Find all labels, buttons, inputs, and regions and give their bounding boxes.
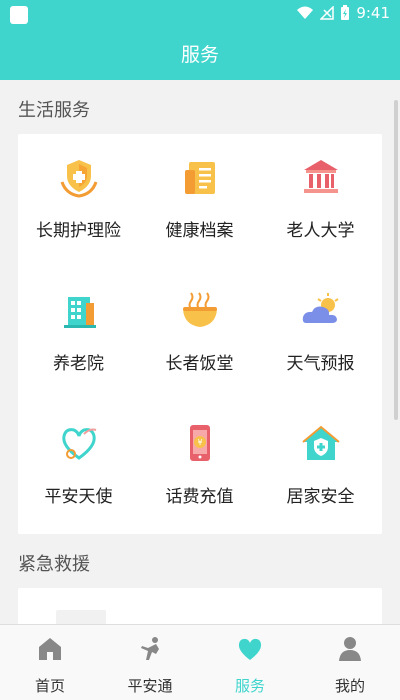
service-phone-recharge[interactable]: ¥ 话费充值 (139, 400, 260, 533)
phone-recharge-icon: ¥ (190, 425, 210, 461)
section-title-life-services: 生活服务 (18, 100, 90, 121)
app-bar: 服务 (0, 28, 400, 80)
clock: 9:41 (356, 4, 390, 22)
life-services-card: 长期护理险 健康档案 老人大学 养老院 长者饭堂 天气预报 平安天使 ¥ 话费充… (18, 134, 382, 534)
noodle-bowl-icon (183, 292, 217, 327)
service-health-records[interactable]: 健康档案 (139, 134, 260, 267)
nav-label: 首页 (34, 677, 65, 695)
service-safety-angel[interactable]: 平安天使 (18, 400, 139, 533)
service-label: 平安天使 (44, 487, 113, 507)
notification-icon (10, 6, 28, 24)
heart-angel-icon (62, 428, 97, 460)
section-title-emergency: 紧急救援 (18, 554, 90, 575)
status-bar: 9:41 (0, 0, 400, 28)
service-label: 养老院 (53, 354, 104, 374)
service-senior-canteen[interactable]: 长者饭堂 (139, 267, 260, 400)
service-long-term-care[interactable]: 长期护理险 (18, 134, 139, 267)
nav-label: 平安通 (127, 677, 173, 695)
bottom-navigation: 首页 平安通 服务 我的 (0, 624, 400, 700)
status-icons: 9:41 (296, 4, 390, 22)
university-icon (304, 160, 338, 193)
scrollbar[interactable] (394, 100, 398, 420)
signal-icon (320, 6, 335, 20)
nav-item-safety[interactable]: 平安通 (100, 631, 200, 700)
nav-label: 服务 (234, 677, 265, 695)
home-safety-icon (302, 425, 340, 460)
service-home-safety[interactable]: 居家安全 (260, 400, 381, 533)
document-icon (185, 162, 215, 194)
user-icon (339, 637, 361, 661)
shield-hands-icon (60, 160, 98, 198)
service-senior-university[interactable]: 老人大学 (260, 134, 381, 267)
service-label: 健康档案 (165, 221, 234, 241)
nav-label: 我的 (334, 677, 365, 695)
page-title: 服务 (180, 44, 219, 66)
nav-item-mine[interactable]: 我的 (300, 631, 400, 700)
heart-icon (238, 638, 262, 660)
home-icon (39, 638, 61, 660)
service-label: 长期护理险 (36, 221, 121, 241)
service-weather[interactable]: 天气预报 (260, 267, 381, 400)
runner-icon (141, 637, 159, 660)
wifi-icon (297, 6, 314, 19)
service-label: 话费充值 (165, 487, 234, 507)
weather-icon (302, 293, 339, 323)
battery-icon (341, 5, 350, 20)
svg-text:¥: ¥ (197, 438, 202, 447)
service-nursing-home[interactable]: 养老院 (18, 267, 139, 400)
service-label: 天气预报 (286, 354, 355, 374)
nav-item-home[interactable]: 首页 (0, 631, 100, 700)
service-label: 长者饭堂 (165, 354, 234, 374)
nav-item-service[interactable]: 服务 (200, 631, 300, 700)
service-label: 老人大学 (286, 221, 355, 241)
services-grid: 长期护理险 健康档案 老人大学 养老院 长者饭堂 天气预报 平安天使 ¥ 话费充… (18, 134, 382, 534)
building-icon (64, 297, 96, 328)
service-label: 居家安全 (286, 487, 355, 507)
